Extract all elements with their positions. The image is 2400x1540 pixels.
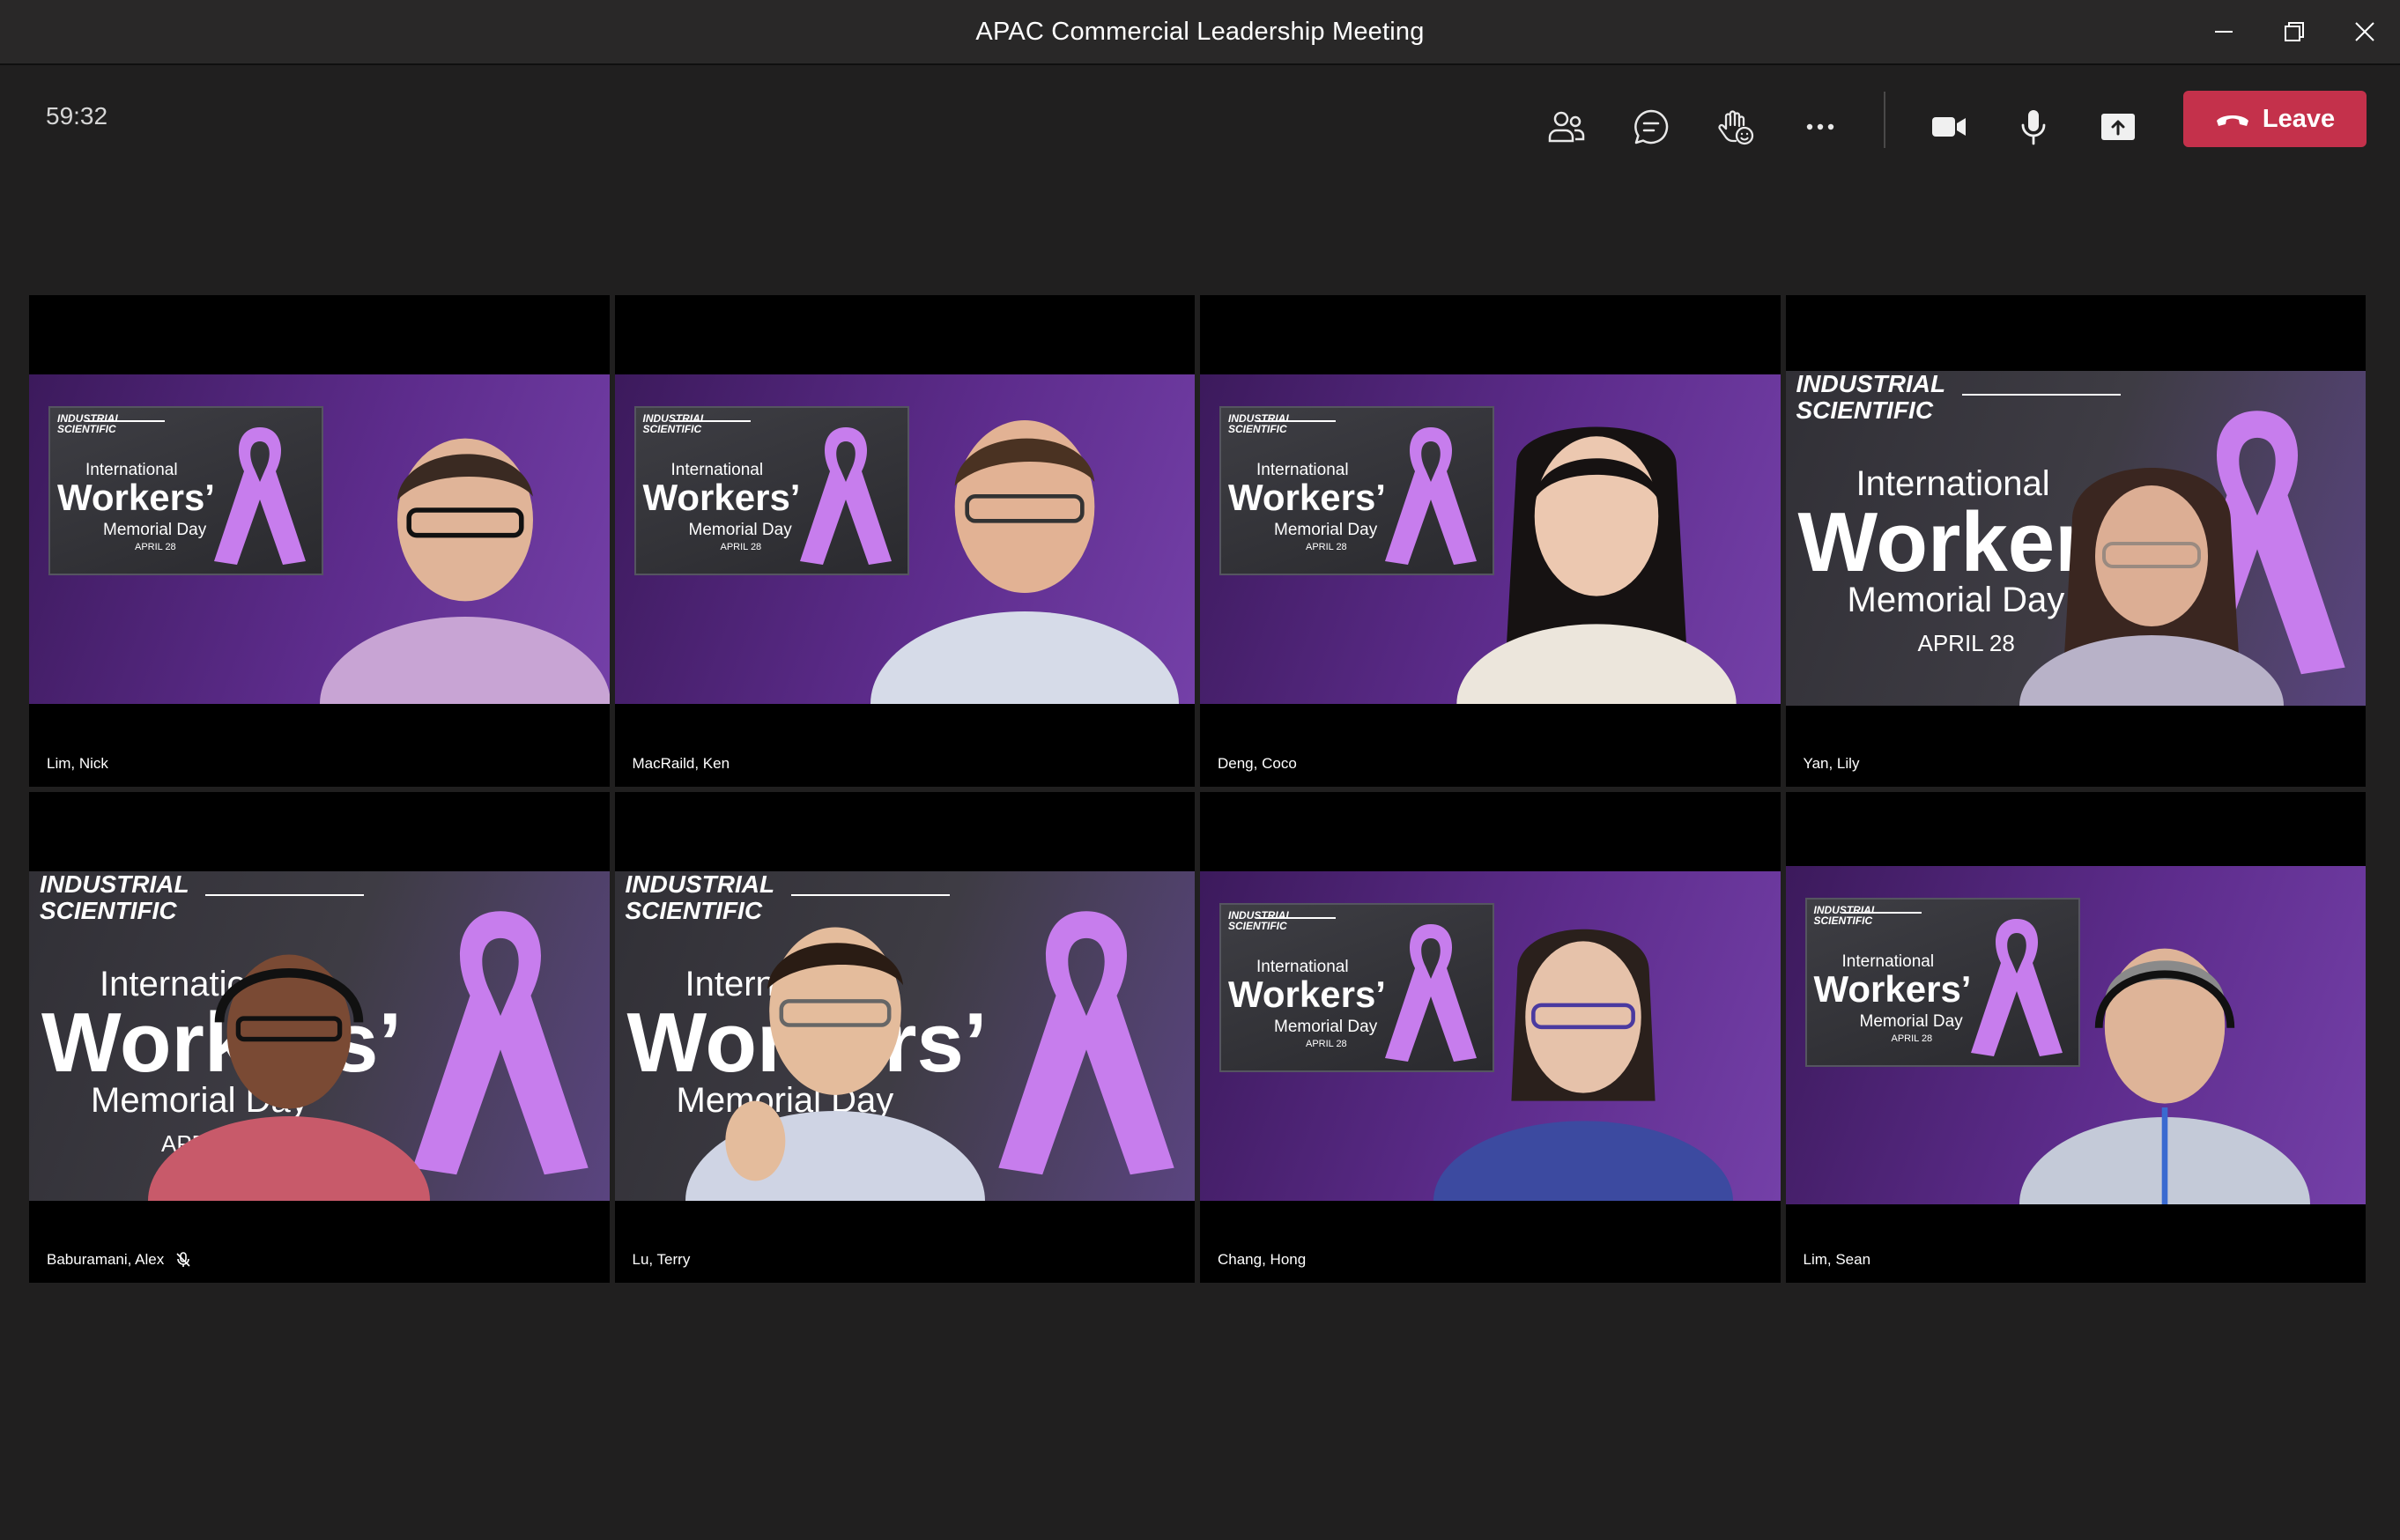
leave-label: Leave: [2262, 104, 2336, 133]
brand-logo: INDUSTRIAL SCIENTIFIC: [57, 412, 122, 435]
brand-logo: INDUSTRIAL SCIENTIFIC: [1228, 412, 1293, 435]
brand-underline: [1961, 394, 2121, 396]
teams-meeting-window: APAC Commercial Leadership Meeting 59:32: [0, 0, 2400, 1540]
participant-name: Lim, Sean: [1803, 1251, 1871, 1268]
participant-video: INDUSTRIALSCIENTIFIC International Worke…: [614, 374, 1195, 704]
participant-silhouette: [320, 413, 610, 704]
brand-logo: INDUSTRIAL SCIENTIFIC: [1796, 371, 1946, 424]
participant-video: INDUSTRIALSCIENTIFIC International Worke…: [1200, 374, 1781, 704]
card-text-memorial-day: Memorial Day: [1859, 1011, 1963, 1031]
participant-name: Lu, Terry: [632, 1251, 691, 1268]
minimize-button[interactable]: [2189, 0, 2259, 63]
card-text-date: APRIL 28: [135, 542, 176, 552]
participant-name: MacRaild, Ken: [632, 754, 730, 772]
participant-silhouette: [2006, 441, 2297, 706]
participant-video: INDUSTRIALSCIENTIFIC International Worke…: [1200, 870, 1781, 1201]
raise-hand-icon: [1718, 110, 1754, 145]
participant-silhouette: [1420, 901, 1746, 1201]
more-icon: [1806, 123, 1834, 130]
participant-silhouette: [862, 396, 1188, 704]
share-button[interactable]: [2083, 92, 2153, 162]
participant-name: Baburamani, Alex: [47, 1251, 192, 1269]
meeting-toolbar: 59:32 Leave: [0, 67, 2400, 173]
memorial-day-card: INDUSTRIAL SCIENTIFIC International Worke…: [48, 406, 323, 575]
card-text-workers: Workers’: [1813, 967, 1972, 1010]
hang-up-icon: [2216, 115, 2248, 126]
card-text-workers: Workers’: [1228, 973, 1386, 1015]
participant-silhouette: [108, 919, 470, 1201]
participant-name: Chang, Hong: [1218, 1251, 1307, 1268]
microphone-button[interactable]: [1998, 92, 2069, 162]
meeting-timer: 59:32: [46, 102, 108, 130]
brand-underline: [1256, 420, 1336, 422]
brand-logo: INDUSTRIAL SCIENTIFIC: [40, 870, 189, 924]
card-text-memorial-day: Memorial Day: [1274, 521, 1378, 539]
card-text-memorial-day: Memorial Day: [1274, 1017, 1378, 1036]
brand-logo: INDUSTRIAL SCIENTIFIC: [1228, 908, 1293, 932]
close-icon: [2355, 22, 2374, 41]
camera-button[interactable]: [1914, 92, 1984, 162]
close-button[interactable]: [2330, 0, 2400, 63]
participant-tile[interactable]: INDUSTRIALSCIENTIFIC International Worke…: [29, 295, 610, 787]
camera-icon: [1932, 117, 1966, 137]
people-button[interactable]: [1531, 92, 1602, 162]
participant-tile[interactable]: INDUSTRIALSCIENTIFIC International Worke…: [614, 295, 1195, 787]
participant-tile[interactable]: INDUSTRIALSCIENTIFIC International Worke…: [1785, 791, 2366, 1283]
brand-underline: [205, 893, 364, 896]
brand-underline: [670, 420, 751, 422]
card-text-workers: Workers’: [57, 477, 215, 518]
window-title: APAC Commercial Leadership Meeting: [975, 17, 1425, 46]
participant-name: Lim, Nick: [47, 754, 108, 772]
microphone-icon: [2021, 110, 2046, 145]
participant-video: INDUSTRIALSCIENTIFIC International Worke…: [1785, 371, 2366, 706]
title-bar: APAC Commercial Leadership Meeting: [0, 0, 2400, 65]
window-controls: [2189, 0, 2400, 63]
participant-video: INDUSTRIALSCIENTIFIC International Worke…: [29, 870, 610, 1201]
participant-tile[interactable]: INDUSTRIALSCIENTIFIC International Worke…: [614, 791, 1195, 1283]
participant-tile[interactable]: INDUSTRIALSCIENTIFIC International Worke…: [1200, 791, 1781, 1283]
card-text-date: APRIL 28: [1306, 1038, 1347, 1049]
minimize-icon: [2215, 31, 2233, 33]
card-text-memorial-day: Memorial Day: [688, 521, 792, 539]
restore-icon: [2285, 22, 2304, 41]
participant-video: INDUSTRIALSCIENTIFIC International Worke…: [29, 374, 610, 704]
brand-underline: [1256, 916, 1336, 919]
participant-name: Yan, Lily: [1803, 754, 1860, 772]
chat-icon: [1634, 109, 1669, 144]
brand-logo: INDUSTRIAL SCIENTIFIC: [1813, 903, 1878, 927]
leave-button[interactable]: Leave: [2183, 91, 2367, 147]
reactions-button[interactable]: [1700, 92, 1771, 162]
brand-underline: [790, 893, 950, 896]
awareness-ribbon-icon: [214, 427, 306, 565]
participant-tile[interactable]: INDUSTRIALSCIENTIFIC International Worke…: [1785, 295, 2366, 787]
participant-tile[interactable]: INDUSTRIALSCIENTIFIC International Worke…: [1200, 295, 1781, 787]
card-text-date: APRIL 28: [1306, 542, 1347, 552]
awareness-ribbon-icon: [997, 910, 1174, 1174]
mic-off-icon: [174, 1251, 192, 1269]
brand-underline: [1841, 911, 1922, 914]
card-text-date: APRIL 28: [720, 542, 762, 552]
more-options-button[interactable]: [1785, 92, 1856, 162]
participant-silhouette: [659, 901, 1011, 1201]
participant-tile[interactable]: INDUSTRIALSCIENTIFIC International Worke…: [29, 791, 610, 1283]
chat-button[interactable]: [1616, 92, 1686, 162]
participant-silhouette: [1447, 404, 1746, 704]
participant-name: Deng, Coco: [1218, 754, 1297, 772]
banner-text-date: APRIL 28: [1917, 630, 2015, 656]
card-text-memorial-day: Memorial Day: [103, 521, 207, 539]
participant-silhouette: [1989, 914, 2341, 1204]
people-icon: [1548, 111, 1585, 143]
card-text-workers: Workers’: [1228, 477, 1386, 518]
share-screen-icon: [2101, 114, 2135, 140]
brand-underline: [85, 420, 165, 422]
video-grid: INDUSTRIAL SCIENTIFIC International Worke…: [29, 295, 2366, 1283]
participant-video: INDUSTRIALSCIENTIFIC International Worke…: [1785, 865, 2366, 1204]
participant-video: INDUSTRIALSCIENTIFIC International Worke…: [614, 870, 1195, 1201]
card-text-workers: Workers’: [642, 477, 801, 518]
restore-button[interactable]: [2259, 0, 2330, 63]
toolbar-divider: [1884, 92, 1885, 148]
brand-logo: INDUSTRIAL SCIENTIFIC: [642, 412, 707, 435]
card-text-date: APRIL 28: [1891, 1033, 1933, 1044]
